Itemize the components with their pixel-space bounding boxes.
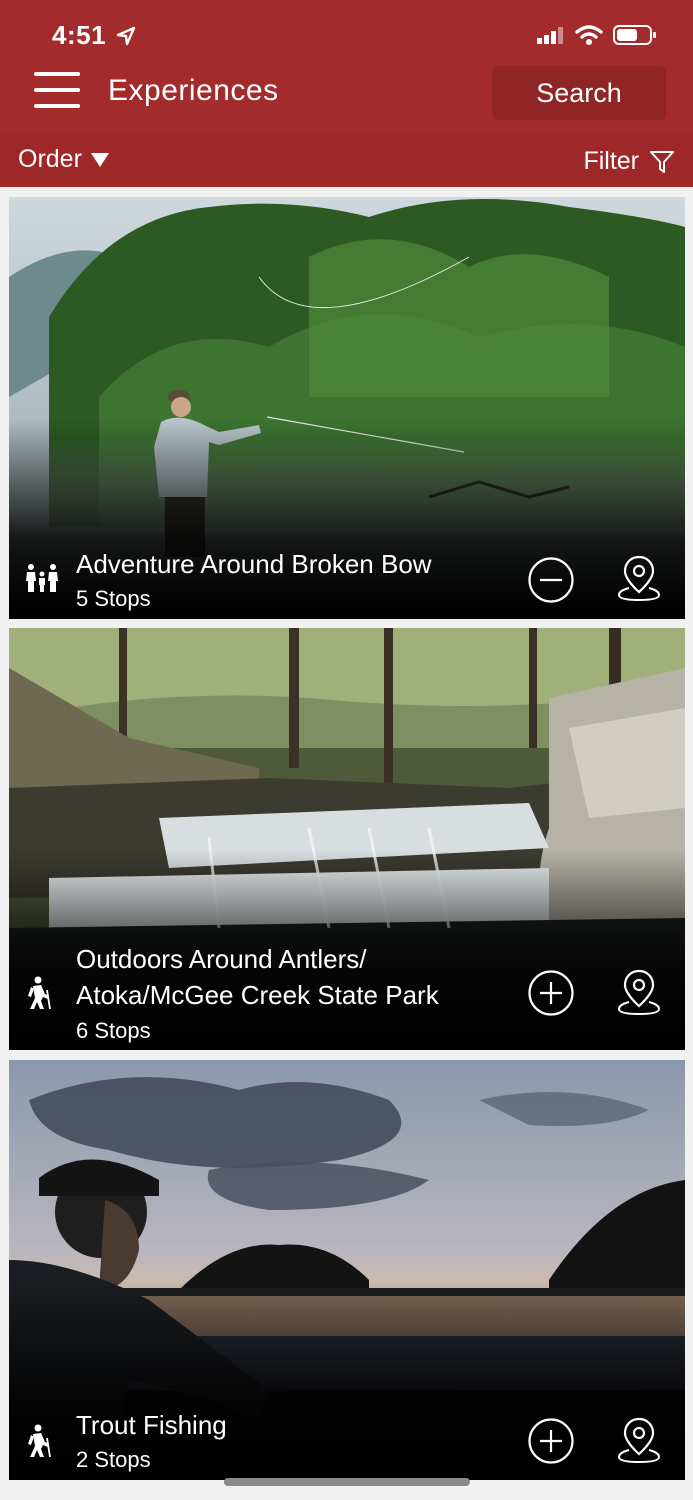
experience-title: Atoka/McGee Creek State Park [76,980,439,1010]
order-label: Order [18,145,82,173]
experience-card[interactable]: Adventure Around Broken Bow 5 Stops [9,197,685,619]
filter-label: Filter [583,147,639,175]
experience-title: Outdoors Around Antlers/ [76,944,367,974]
caret-down-icon [90,152,109,167]
wifi-icon [575,25,603,45]
home-indicator[interactable] [224,1478,470,1486]
remove-circle-icon[interactable] [527,556,575,604]
status-time: 4:51 [52,20,107,50]
family-icon [26,564,58,592]
location-arrow-icon [116,26,136,46]
page-title: Experiences [108,74,279,107]
order-dropdown[interactable]: Order [18,145,110,174]
add-circle-icon[interactable] [527,969,575,1017]
hiker-icon [28,976,51,1010]
map-pin-icon[interactable] [615,968,663,1016]
filter-button[interactable]: Filter [583,147,675,176]
experience-title: Adventure Around Broken Bow [76,549,432,579]
add-circle-icon[interactable] [527,1417,575,1465]
signal-icon [537,27,563,44]
battery-icon [613,25,656,45]
map-pin-icon[interactable] [615,1416,663,1464]
menu-icon-bar [34,72,80,76]
hiker-icon [28,1424,51,1458]
map-pin-icon[interactable] [615,554,663,602]
search-button[interactable]: Search [492,66,666,120]
experience-stops: 5 Stops [76,586,151,611]
menu-button[interactable] [34,72,80,112]
experience-card[interactable]: Outdoors Around Antlers/ Atoka/McGee Cre… [9,628,685,1050]
experience-stops: 2 Stops [76,1447,151,1472]
experience-card[interactable]: Trout Fishing 2 Stops [9,1060,685,1480]
menu-icon-bar [34,104,80,108]
experience-title: Trout Fishing [76,1410,227,1440]
menu-icon-bar [34,88,80,92]
sort-filter-bar: Order Filter [0,135,693,187]
app-header: 4:51 Experiences Search [0,0,693,135]
filter-icon [650,150,674,173]
experience-stops: 6 Stops [76,1018,151,1043]
status-indicators [537,24,657,46]
